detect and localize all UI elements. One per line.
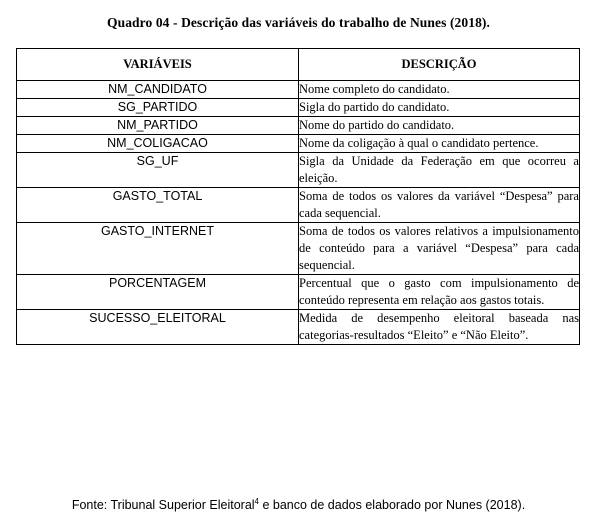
variable-description: Sigla da Unidade da Federação em que oco… xyxy=(298,152,580,188)
source-text: Fonte: Tribunal Superior Eleitoral xyxy=(71,498,255,512)
header-descricao: DESCRIÇÃO xyxy=(298,48,580,81)
variable-name: GASTO_TOTAL xyxy=(16,187,299,223)
table-row: NM_COLIGACAO Nome da coligação à qual o … xyxy=(16,134,580,153)
table-row: NM_CANDIDATO Nome completo do candidato. xyxy=(16,80,580,99)
header-variaveis: VARIÁVEIS xyxy=(16,48,299,81)
variable-description: Medida de desempenho eleitoral baseada n… xyxy=(298,309,580,345)
variable-name: GASTO_INTERNET xyxy=(16,222,299,275)
table-row: GASTO_TOTAL Soma de todos os valores da … xyxy=(16,187,580,223)
variables-table: VARIÁVEIS DESCRIÇÃO NM_CANDIDATO Nome co… xyxy=(16,48,580,345)
source-note: Fonte: Tribunal Superior Eleitoral4 e ba… xyxy=(0,498,597,513)
variable-name: SUCESSO_ELEITORAL xyxy=(16,309,299,345)
variable-name: SG_PARTIDO xyxy=(16,98,299,117)
variable-description: Nome do partido do candidato. xyxy=(298,116,580,135)
table-caption: Quadro 04 - Descrição das variáveis do t… xyxy=(106,15,491,30)
variable-description: Sigla do partido do candidato. xyxy=(298,98,580,117)
variable-description: Nome da coligação à qual o candidato per… xyxy=(298,134,580,153)
variable-name: NM_COLIGACAO xyxy=(16,134,299,153)
variable-name: PORCENTAGEM xyxy=(16,274,299,310)
table-row: SG_UF Sigla da Unidade da Federação em q… xyxy=(16,152,580,188)
table-row: GASTO_INTERNET Soma de todos os valores … xyxy=(16,222,580,275)
variable-description: Nome completo do candidato. xyxy=(298,80,580,99)
variable-description: Soma de todos os valores da variável “De… xyxy=(298,187,580,223)
table-row: NM_PARTIDO Nome do partido do candidato. xyxy=(16,116,580,135)
variable-name: NM_CANDIDATO xyxy=(16,80,299,99)
variable-name: NM_PARTIDO xyxy=(16,116,299,135)
variable-name: SG_UF xyxy=(16,152,299,188)
table-row: SUCESSO_ELEITORAL Medida de desempenho e… xyxy=(16,309,580,345)
source-text-continued: e banco de dados elaborado por Nunes (20… xyxy=(259,498,526,512)
variable-description: Soma de todos os valores relativos a imp… xyxy=(298,222,580,275)
table-row: SG_PARTIDO Sigla do partido do candidato… xyxy=(16,98,580,117)
table-header-row: VARIÁVEIS DESCRIÇÃO xyxy=(16,48,580,81)
variable-description: Percentual que o gasto com impulsionamen… xyxy=(298,274,580,310)
table-row: PORCENTAGEM Percentual que o gasto com i… xyxy=(16,274,580,310)
